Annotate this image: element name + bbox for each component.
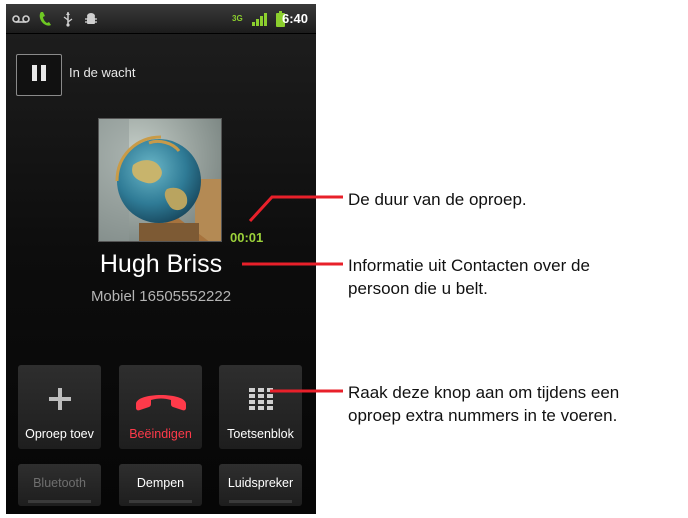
dialpad-icon xyxy=(219,379,302,419)
phone-screen: 3G 6:40 In de wacht 00:01 Hugh Briss Mob… xyxy=(6,4,316,514)
status-bar: 3G 6:40 xyxy=(6,4,316,34)
network-type-label: 3G xyxy=(232,14,243,23)
end-call-button[interactable]: Beëindigen xyxy=(119,365,202,449)
end-call-label: Beëindigen xyxy=(129,427,192,441)
clock: 6:40 xyxy=(281,11,308,26)
voicemail-icon xyxy=(12,10,30,28)
caller-name: Hugh Briss xyxy=(99,250,223,278)
annotation-dialpad: Raak deze knop aan om tijdens een oproep… xyxy=(348,381,619,427)
speaker-button[interactable]: Luidspreker xyxy=(219,464,302,506)
data-3g-icon: 3G xyxy=(232,10,243,28)
mute-button[interactable]: Dempen xyxy=(119,464,202,506)
annotation-duration: De duur van de oproep. xyxy=(348,190,527,209)
annotation-dialpad-line2: oproep extra nummers in te voeren. xyxy=(348,406,618,425)
signal-icon xyxy=(252,10,268,28)
call-duration: 00:01 xyxy=(230,230,264,245)
plus-icon xyxy=(18,379,101,419)
contact-photo xyxy=(98,118,222,242)
bluetooth-button[interactable]: Bluetooth xyxy=(18,464,101,506)
annotation-contact-info: Informatie uit Contacten over de persoon… xyxy=(348,254,590,300)
dialpad-label: Toetsenblok xyxy=(227,427,294,441)
bluetooth-indicator xyxy=(28,500,91,503)
bluetooth-label: Bluetooth xyxy=(33,476,86,490)
phone-call-icon xyxy=(38,10,52,28)
add-call-button[interactable]: Oproep toev xyxy=(18,365,101,449)
annotation-contact-line2: persoon die u belt. xyxy=(348,279,488,298)
android-debug-icon xyxy=(84,10,98,28)
annotation-dialpad-line1: Raak deze knop aan om tijdens een xyxy=(348,383,620,402)
mute-indicator xyxy=(129,500,192,503)
in-call-screen: In de wacht 00:01 Hugh Briss Mobiel 1650… xyxy=(6,34,316,514)
hold-button[interactable] xyxy=(16,54,62,96)
speaker-label: Luidspreker xyxy=(227,476,294,490)
annotation-contact-line1: Informatie uit Contacten over de xyxy=(348,256,590,275)
mute-label: Dempen xyxy=(136,476,185,490)
hang-up-icon xyxy=(119,379,202,419)
pause-icon xyxy=(30,65,48,85)
dialpad-button[interactable]: Toetsenblok xyxy=(219,365,302,449)
speaker-indicator xyxy=(229,500,292,503)
caller-number: Mobiel 16505552222 xyxy=(90,288,232,305)
add-call-label: Oproep toev xyxy=(25,427,94,441)
hold-label: In de wacht xyxy=(69,65,136,80)
usb-icon xyxy=(62,10,74,28)
